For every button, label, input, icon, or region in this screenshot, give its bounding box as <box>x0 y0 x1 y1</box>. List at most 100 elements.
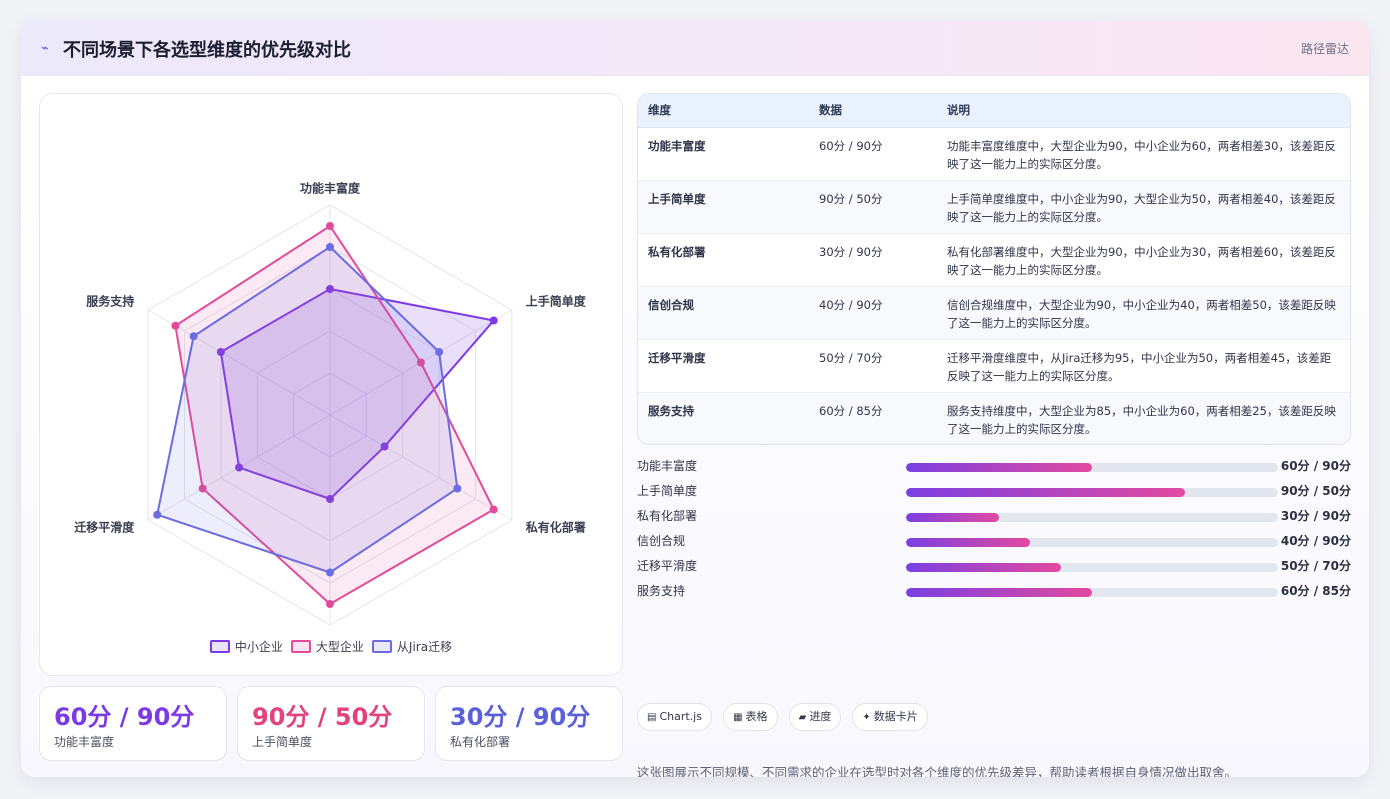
card-body: 功能丰富度上手简单度私有化部署信创合规迁移平滑度服务支持 中小企业大型企业从Ji… <box>21 76 1369 777</box>
progress-fill <box>906 538 1030 547</box>
sparkle-icon: ✦ <box>862 712 871 723</box>
stat-value: 90分 / 50分 <box>252 703 393 731</box>
legend-item[interactable]: 中小企业 <box>209 638 283 655</box>
progress-fill <box>906 513 999 522</box>
radar-point <box>489 505 498 514</box>
radar-chart: 功能丰富度上手简单度私有化部署信创合规 迁移平滑度 服务支持 <box>74 181 587 635</box>
radar-axis-label: 私有化部署 <box>525 520 586 535</box>
chip-table[interactable]: ▦ 表格 <box>723 703 778 731</box>
table-cell-dimension: 上手简单度 <box>638 179 809 233</box>
activity-icon: ⌁ <box>41 41 49 56</box>
radar-point <box>171 321 180 330</box>
table-cell-dimension: 迁移平滑度 <box>638 338 809 392</box>
progress-fill <box>906 588 1092 597</box>
progress-row: 功能丰富度 60分 / 90分 <box>637 456 1351 481</box>
table-cell-desc: 功能丰富度维度中，大型企业为90，中小企业为60，两者相差30，该差距反映了这一… <box>937 126 1350 180</box>
progress-value: 40分 / 90分 <box>1280 534 1351 548</box>
progress-row: 服务支持 60分 / 85分 <box>637 581 1351 606</box>
radar-point <box>489 316 498 325</box>
stat-label: 私有化部署 <box>450 735 511 749</box>
radar-point <box>326 568 334 577</box>
progress-value: 60分 / 85分 <box>1280 584 1351 598</box>
radar-point <box>153 510 162 519</box>
legend-item[interactable]: 从Jira迁移 <box>371 638 453 655</box>
table-cell-desc: 上手简单度维度中，中小企业为90，大型企业为50，两者相差40，该差距反映了这一… <box>937 179 1350 233</box>
chart-card: ⌁ 不同场景下各选型维度的优先级对比 路径雷达 功能丰富度上手简单度私有化部署信… <box>21 21 1369 777</box>
table-row: 私有化部署 30分 / 90分 私有化部署维度中，大型企业为90，中小企业为30… <box>638 232 1350 286</box>
table-row: 信创合规 40分 / 90分 信创合规维度中，大型企业为90，中小企业为40，两… <box>638 285 1350 339</box>
progress-fill <box>906 563 1062 572</box>
stat-card: 60分 / 90分 功能丰富度 <box>39 686 227 761</box>
chip-label: 表格 <box>745 710 768 723</box>
legend-label: 中小企业 <box>234 640 283 654</box>
chart-caption: 这张图展示不同规模、不同需求的企业在选型时对各个维度的优先级差异，帮助读者根据自… <box>637 765 1238 777</box>
progress-value: 50分 / 70分 <box>1280 559 1351 573</box>
table-cell-data: 30分 / 90分 <box>809 232 937 286</box>
table-cell-dimension: 功能丰富度 <box>638 126 809 180</box>
chip-label: 进度 <box>809 710 832 723</box>
radar-panel: 功能丰富度上手简单度私有化部署信创合规 迁移平滑度 服务支持 中小企业 大型企业 从Ji… <box>39 93 623 676</box>
radar-point <box>326 243 334 251</box>
table-header-cell: 说明 <box>937 94 1350 128</box>
chart-legend: 中小企业 大型企业 从Jira迁移 <box>40 638 622 655</box>
progress-fill <box>906 488 1185 497</box>
progress-track <box>906 488 1278 497</box>
progress-label: 私有化部署 <box>637 509 698 523</box>
legend-item[interactable]: 大型企业 <box>290 638 364 655</box>
progress-icon: ▰ <box>798 712 807 723</box>
table-cell-data: 60分 / 85分 <box>809 391 937 444</box>
progress-track <box>906 563 1278 572</box>
legend-label: 从Jira迁移 <box>396 640 453 654</box>
radar-axis-label: 功能丰富度 <box>300 181 361 196</box>
table-header-cell: 维度 <box>638 94 809 128</box>
card-header: ⌁ 不同场景下各选型维度的优先级对比 路径雷达 <box>21 21 1369 76</box>
radar-point <box>326 600 334 608</box>
progress-fill <box>906 463 1092 472</box>
progress-track <box>906 588 1278 597</box>
chip-chartjs[interactable]: ▤ Chart.js <box>637 703 712 731</box>
legend-swatch <box>209 640 230 653</box>
table-cell-data: 50分 / 70分 <box>809 338 937 392</box>
table-row: 迁移平滑度 50分 / 70分 迁移平滑度维度中，从Jira迁移为95，中小企业… <box>638 338 1350 392</box>
table-cell-desc: 私有化部署维度中，大型企业为90，中小企业为30，两者相差60，该差距反映了这一… <box>937 232 1350 286</box>
progress-row: 迁移平滑度 50分 / 70分 <box>637 556 1351 581</box>
table-row: 服务支持 60分 / 85分 服务支持维度中，大型企业为85，中小企业为60，两… <box>638 391 1350 444</box>
table-cell-dimension: 信创合规 <box>638 285 809 339</box>
radar-axis-label: 上手简单度 <box>526 294 587 309</box>
progress-list: 功能丰富度 60分 / 90分 上手简单度 90分 / 50分 私有化部署 30… <box>637 456 1351 606</box>
feature-chips: ▤ Chart.js ▦ 表格 ▰ 进度 ✦ 数据卡片 <box>637 703 934 731</box>
progress-track <box>906 513 1278 522</box>
chip-data-cards[interactable]: ✦ 数据卡片 <box>852 703 928 731</box>
progress-label: 信创合规 <box>637 534 686 548</box>
progress-row: 信创合规 40分 / 90分 <box>637 531 1351 556</box>
page-title: 不同场景下各选型维度的优先级对比 <box>63 40 351 61</box>
table-icon: ▦ <box>733 712 743 723</box>
chip-progress[interactable]: ▰ 进度 <box>788 703 842 731</box>
progress-value: 30分 / 90分 <box>1280 509 1351 523</box>
table-row: 上手简单度 90分 / 50分 上手简单度维度中，中小企业为90，大型企业为50… <box>638 179 1350 233</box>
table-header-cell: 数据 <box>809 94 937 128</box>
progress-value: 60分 / 90分 <box>1280 459 1351 473</box>
legend-swatch <box>371 640 392 653</box>
table-cell-desc: 信创合规维度中，大型企业为90，中小企业为40，两者相差50，该差距反映了这一能… <box>937 285 1350 339</box>
legend-swatch <box>290 640 311 653</box>
table-header-row: 维度 数据 说明 <box>638 94 1350 128</box>
stat-label: 功能丰富度 <box>54 735 115 749</box>
progress-row: 上手简单度 90分 / 50分 <box>637 481 1351 506</box>
table-cell-data: 90分 / 50分 <box>809 179 937 233</box>
progress-value: 90分 / 50分 <box>1280 484 1351 498</box>
radar-point <box>435 348 444 356</box>
table-cell-desc: 迁移平滑度维度中，从Jira迁移为95，中小企业为50，两者相差45，该差距反映… <box>937 338 1350 392</box>
stat-card: 90分 / 50分 上手简单度 <box>237 686 425 761</box>
progress-label: 上手简单度 <box>637 484 698 498</box>
legend-label: 大型企业 <box>315 640 364 654</box>
table-cell-desc: 服务支持维度中，大型企业为85，中小企业为60，两者相差25，该差距反映了这一能… <box>937 391 1350 444</box>
progress-track <box>906 463 1278 472</box>
radar-axis-label: 服务支持 <box>86 294 134 309</box>
table-cell-data: 60分 / 90分 <box>809 126 937 180</box>
stat-value: 60分 / 90分 <box>54 703 195 731</box>
progress-track <box>906 538 1278 547</box>
chip-label: 数据卡片 <box>873 710 918 723</box>
stat-value: 30分 / 90分 <box>450 703 591 731</box>
stat-label: 上手简单度 <box>252 735 313 749</box>
